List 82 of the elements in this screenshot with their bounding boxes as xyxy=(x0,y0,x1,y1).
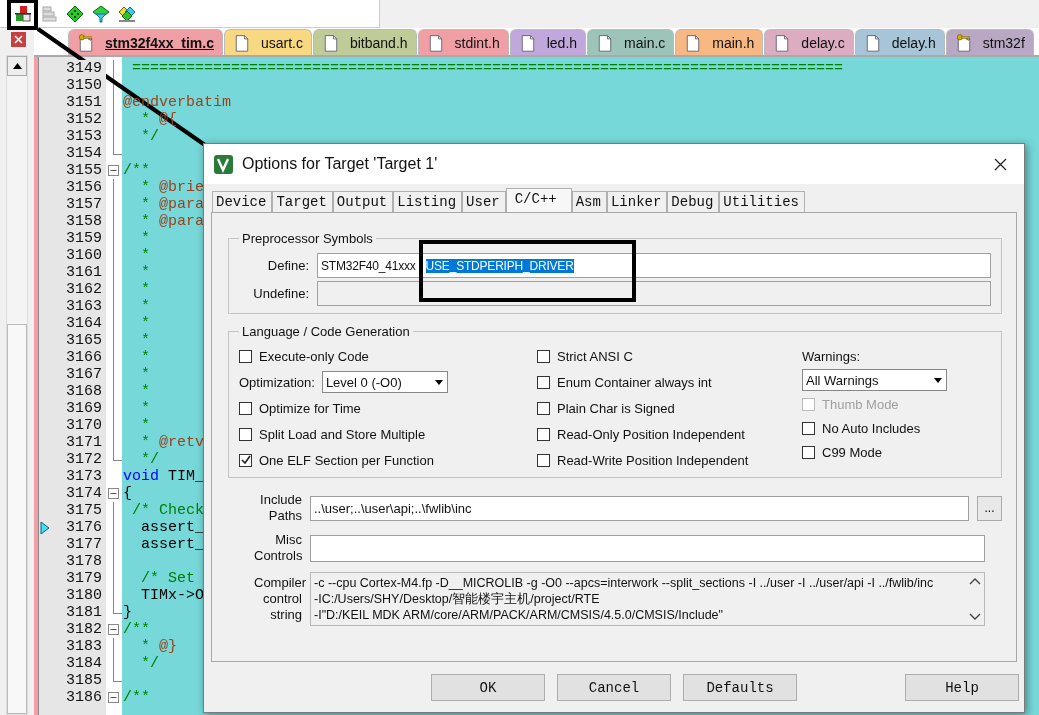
checkbox-label: Enum Container always int xyxy=(557,374,712,390)
file-tab[interactable]: stdint.h xyxy=(417,29,509,55)
checkbox-label: Execute-only Code xyxy=(259,348,369,364)
code-line: * xyxy=(140,230,150,247)
undefine-label: Undefine: xyxy=(252,286,309,301)
warnings-label: Warnings: xyxy=(802,348,861,364)
code-line: * xyxy=(140,298,150,315)
code-line: * xyxy=(140,264,150,281)
code-line: * xyxy=(140,315,150,332)
code-line: /* Set xyxy=(140,570,195,587)
code-line: * xyxy=(140,281,150,298)
code-line: * xyxy=(140,349,150,366)
tab[interactable]: Listing xyxy=(393,191,463,212)
tab[interactable]: User xyxy=(462,191,506,212)
tab[interactable]: C/C++ xyxy=(505,188,572,212)
code-line: =============================================================================== xyxy=(131,60,844,77)
include-label: Include Paths xyxy=(259,492,302,524)
dialog-title: Options for Target 'Target 1' xyxy=(242,155,439,173)
code-line: */ xyxy=(140,128,159,145)
code-line: assert_ xyxy=(140,519,204,536)
file-tab[interactable]: delay.c xyxy=(764,29,854,55)
file-tab[interactable]: bitband.h xyxy=(312,29,417,55)
file-tab[interactable]: main.h xyxy=(675,29,764,55)
code-line: * xyxy=(140,366,150,383)
group-title: Preprocessor Symbols xyxy=(241,231,374,246)
tab[interactable]: Target xyxy=(272,191,333,212)
checkbox-label: Thumb Mode xyxy=(822,396,899,412)
code-line: * xyxy=(140,332,150,349)
tab[interactable]: Utilities xyxy=(719,191,805,212)
code-line: * @retv xyxy=(140,434,205,451)
group-title: Language / Code Generation xyxy=(241,324,411,339)
code-line: */ xyxy=(140,655,159,672)
checkbox-label: Optimize for Time xyxy=(259,400,361,416)
checkbox-label: C99 Mode xyxy=(822,444,882,460)
code-line: * @para xyxy=(140,213,205,230)
checkbox-label: Plain Char is Signed xyxy=(557,400,675,416)
code-line: * @para xyxy=(140,196,205,213)
dropdown[interactable]: Level 0 (-O0) xyxy=(321,371,448,393)
checkbox-label: Strict ANSI C xyxy=(557,348,633,364)
file-tab[interactable]: delay.h xyxy=(854,29,945,55)
code-line: * xyxy=(140,417,150,434)
checkbox-label: Split Load and Store Multiple xyxy=(259,426,426,442)
code-line: void TIM_ xyxy=(122,468,205,485)
code-line: /** xyxy=(122,162,150,179)
code-line: /* Check xyxy=(131,502,204,519)
file-tab[interactable]: main.c xyxy=(587,29,675,55)
code-line: * xyxy=(140,247,150,264)
dialog-button[interactable]: OK xyxy=(431,674,545,701)
file-tab[interactable]: stm32f4xx_tim.c xyxy=(68,29,223,55)
checkbox-label: One ELF Section per Function xyxy=(259,452,434,468)
code-line: assert_ xyxy=(140,536,204,553)
code-line: * @brie xyxy=(140,179,205,196)
tab[interactable]: Device xyxy=(212,191,273,212)
code-line: * xyxy=(140,383,150,400)
tab[interactable]: Output xyxy=(332,191,394,212)
file-tab[interactable]: led.h xyxy=(509,29,587,55)
misc-label: Misc Controls xyxy=(254,532,302,564)
checkbox-label: No Auto Includes xyxy=(822,420,921,436)
file-tab[interactable]: stm32f xyxy=(945,29,1034,55)
checkbox-label: Read-Only Position Independent xyxy=(557,426,745,442)
define-label: Define: xyxy=(266,258,309,273)
code-line: TIMx->O xyxy=(140,587,204,604)
dialog-button[interactable]: Cancel xyxy=(557,674,671,701)
checkbox-label: Read-Write Position Independent xyxy=(557,452,749,468)
dropdown[interactable]: All Warnings xyxy=(802,369,947,391)
tab[interactable]: Linker xyxy=(606,191,668,212)
dialog-button[interactable]: Defaults xyxy=(683,674,797,701)
code-line: * @} xyxy=(140,638,178,655)
code-line: /** xyxy=(122,621,150,638)
file-tab[interactable]: usart.c xyxy=(223,29,312,55)
code-line: */ xyxy=(140,451,159,468)
optimization-label: Optimization: xyxy=(239,374,315,390)
dialog-button[interactable]: Help xyxy=(905,674,1019,701)
browse-button[interactable]: ... xyxy=(977,495,1002,521)
define-field[interactable]: STM32F40_41xxx USE_STDPERIPH_DRIVER xyxy=(317,253,991,278)
include-paths-field[interactable]: ..\user;..\user\api;..\fwlib\inc xyxy=(310,495,969,521)
tab[interactable]: Debug xyxy=(667,191,720,212)
code-line: { xyxy=(122,485,132,502)
code-line: } xyxy=(122,604,132,621)
code-line: * xyxy=(140,400,150,417)
code-line: /** xyxy=(122,689,150,706)
tab[interactable]: Asm xyxy=(571,191,607,212)
